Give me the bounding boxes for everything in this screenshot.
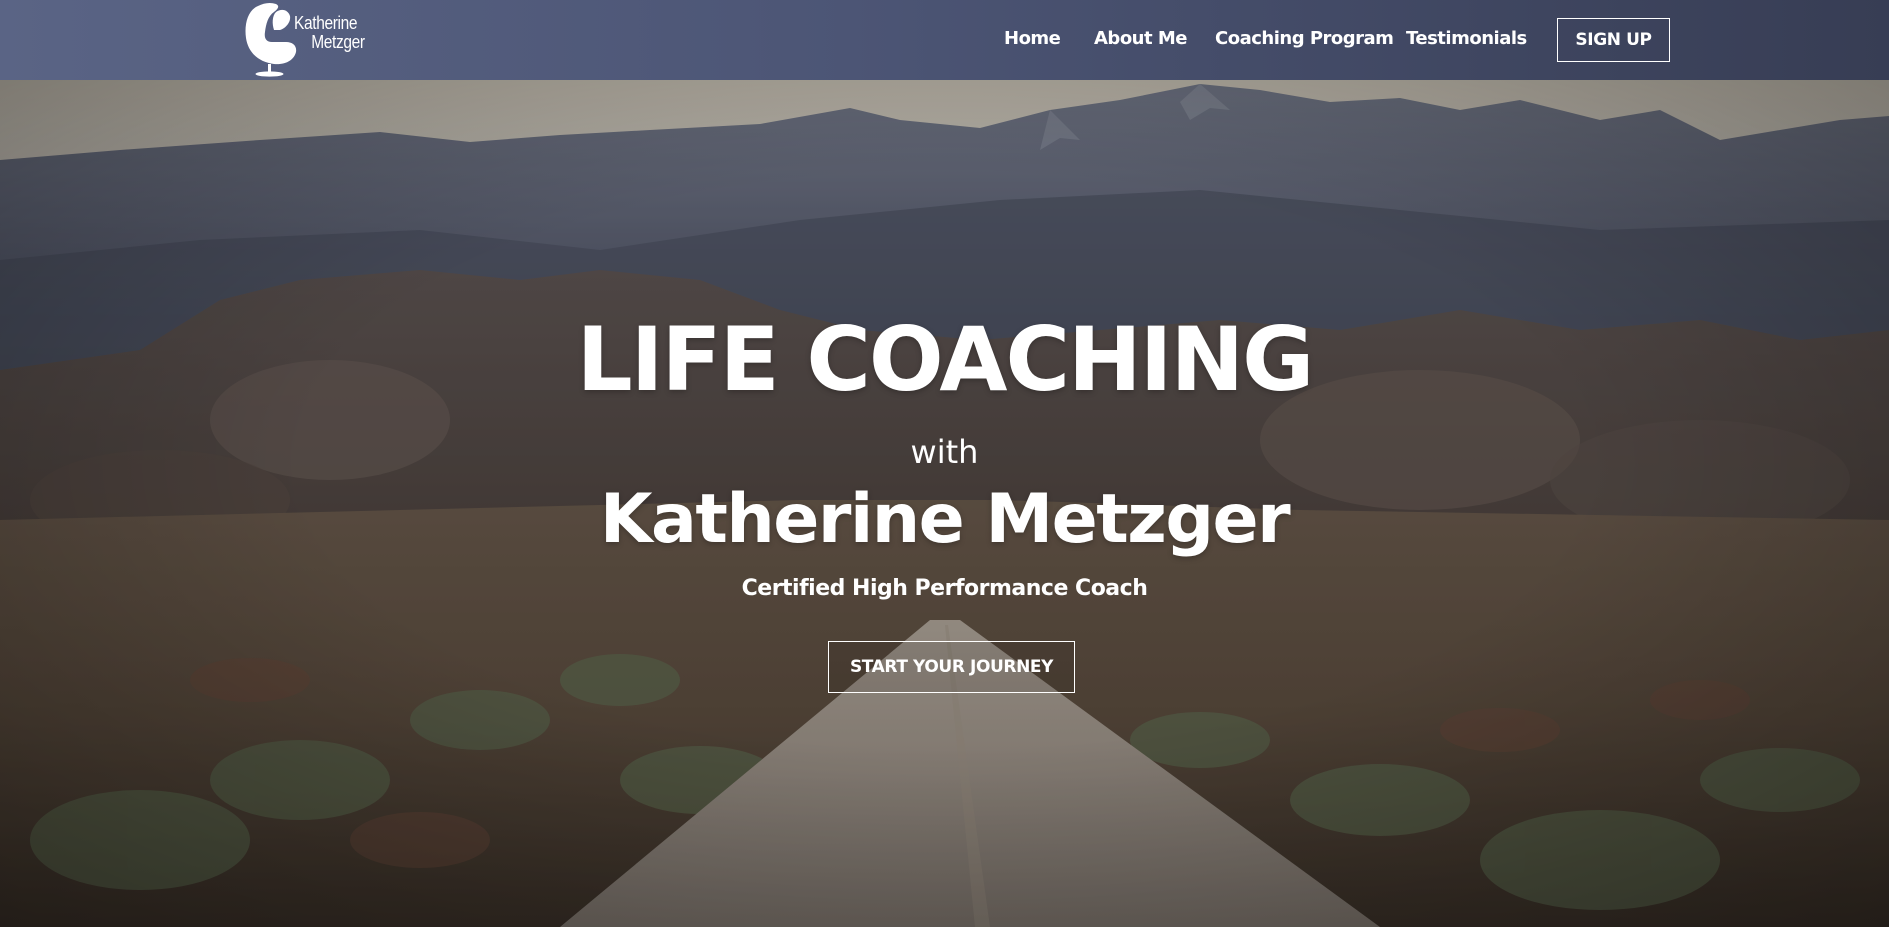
- nav-link-testimonials[interactable]: Testimonials: [1406, 28, 1527, 49]
- hero-with-text: with: [910, 433, 979, 471]
- nav-link-about-me[interactable]: About Me: [1094, 28, 1188, 49]
- start-journey-button[interactable]: START YOUR JOURNEY: [828, 641, 1075, 693]
- nav-link-home[interactable]: Home: [1004, 28, 1061, 49]
- hero-title: LIFE COACHING: [576, 308, 1315, 411]
- hero-section: LIFE COACHING with Katherine Metzger Cer…: [0, 80, 1889, 927]
- nav-link-coaching-program[interactable]: Coaching Program: [1215, 28, 1394, 49]
- signup-button[interactable]: SIGN UP: [1557, 18, 1670, 62]
- site-header: Katherine Metzger Home About Me Coaching…: [0, 0, 1889, 80]
- hero-subtitle: Certified High Performance Coach: [741, 576, 1148, 601]
- hero-content: LIFE COACHING with Katherine Metzger Cer…: [0, 80, 1889, 927]
- hero-coach-name: Katherine Metzger: [599, 480, 1291, 559]
